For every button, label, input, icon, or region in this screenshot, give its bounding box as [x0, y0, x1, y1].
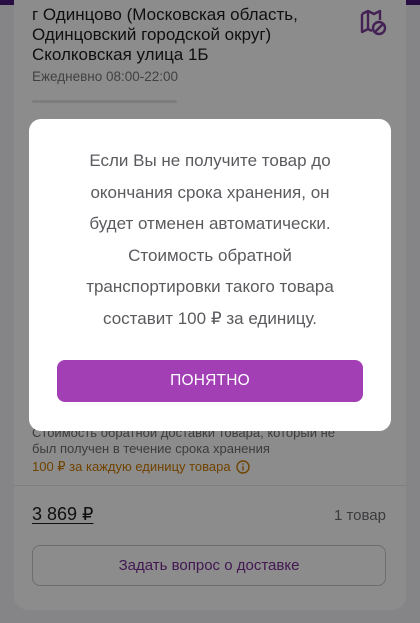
dialog-line: Если Вы не получите товар до	[89, 151, 331, 170]
dialog-line: будет отменен автоматически.	[89, 214, 331, 233]
dialog-line: транспортировки такого товара	[86, 277, 334, 296]
confirm-button[interactable]: ПОНЯТНО	[57, 360, 363, 402]
dialog-line: составит 100 ₽ за единицу.	[103, 308, 317, 328]
dialog-message: Если Вы не получите товар до окончания с…	[49, 145, 371, 334]
dialog-line: Стоимость обратной	[128, 245, 292, 265]
dialog-line: окончания срока хранения, он	[90, 182, 330, 202]
storage-warning-dialog: Если Вы не получите товар до окончания с…	[29, 119, 391, 431]
